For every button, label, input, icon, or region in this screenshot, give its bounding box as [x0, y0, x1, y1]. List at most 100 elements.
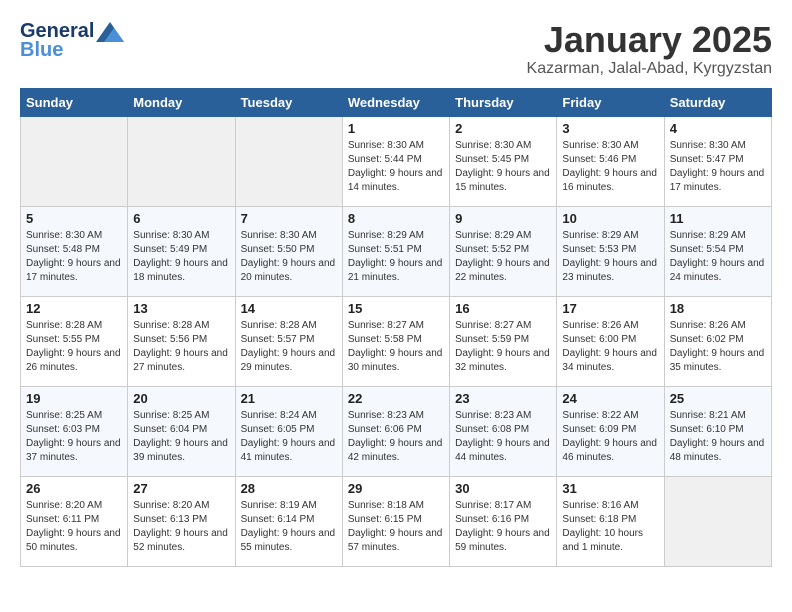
day-number: 11	[670, 211, 766, 226]
day-info: Sunrise: 8:30 AMSunset: 5:49 PMDaylight:…	[133, 229, 229, 285]
day-number: 27	[133, 481, 229, 496]
calendar-cell: 13 Sunrise: 8:28 AMSunset: 5:56 PMDayligh…	[128, 296, 235, 386]
week-row-4: 19Sunrise: 8:25 AMSunset: 6:03 PMDayligh…	[21, 386, 772, 476]
weekday-header-friday: Friday	[557, 88, 664, 116]
day-number: 29	[348, 481, 444, 496]
day-info: Sunrise: 8:29 AMSunset: 5:53 PMDaylight:…	[562, 229, 658, 285]
calendar-cell: 8 Sunrise: 8:29 AMSunset: 5:51 PMDaylight…	[342, 206, 449, 296]
day-number: 13	[133, 301, 229, 316]
calendar-cell: 25 Sunrise: 8:21 AMSunset: 6:10 PMDayligh…	[664, 386, 771, 476]
calendar-cell	[235, 116, 342, 206]
calendar-cell: 27 Sunrise: 8:20 AMSunset: 6:13 PMDayligh…	[128, 476, 235, 566]
day-number: 9	[455, 211, 551, 226]
calendar-cell: 31Sunrise: 8:16 AMSunset: 6:18 PMDayligh…	[557, 476, 664, 566]
day-number: 15	[348, 301, 444, 316]
day-info: Sunrise: 8:29 AMSunset: 5:52 PMDaylight:…	[455, 229, 551, 285]
day-number: 14	[241, 301, 337, 316]
calendar-cell: 23 Sunrise: 8:23 AMSunset: 6:08 PMDayligh…	[450, 386, 557, 476]
calendar-cell	[664, 476, 771, 566]
title-block: January 2025 Kazarman, Jalal-Abad, Kyrgy…	[527, 20, 772, 78]
day-info: Sunrise: 8:29 AMSunset: 5:51 PMDaylight:…	[348, 229, 444, 285]
day-info: Sunrise: 8:28 AMSunset: 5:57 PMDaylight:…	[241, 319, 337, 375]
calendar-cell: 5Sunrise: 8:30 AMSunset: 5:48 PMDaylight…	[21, 206, 128, 296]
calendar-cell: 15 Sunrise: 8:27 AMSunset: 5:58 PMDayligh…	[342, 296, 449, 386]
day-number: 26	[26, 481, 122, 496]
day-info: Sunrise: 8:25 AMSunset: 6:03 PMDaylight:…	[26, 409, 122, 465]
calendar-subtitle: Kazarman, Jalal-Abad, Kyrgyzstan	[527, 60, 772, 78]
day-number: 5	[26, 211, 122, 226]
weekday-header-tuesday: Tuesday	[235, 88, 342, 116]
day-number: 30	[455, 481, 551, 496]
logo-icon	[96, 22, 124, 42]
day-number: 4	[670, 121, 766, 136]
day-number: 16	[455, 301, 551, 316]
day-number: 31	[562, 481, 658, 496]
calendar-cell: 24Sunrise: 8:22 AMSunset: 6:09 PMDayligh…	[557, 386, 664, 476]
day-info: Sunrise: 8:27 AMSunset: 5:58 PMDaylight:…	[348, 319, 444, 375]
weekday-header-wednesday: Wednesday	[342, 88, 449, 116]
calendar-cell: 14 Sunrise: 8:28 AMSunset: 5:57 PMDayligh…	[235, 296, 342, 386]
day-number: 23	[455, 391, 551, 406]
day-number: 2	[455, 121, 551, 136]
day-number: 12	[26, 301, 122, 316]
day-info: Sunrise: 8:20 AMSunset: 6:11 PMDaylight:…	[26, 499, 122, 555]
page-header: General Blue January 2025 Kazarman, Jala…	[20, 20, 772, 78]
day-number: 20	[133, 391, 229, 406]
week-row-1: 1 Sunrise: 8:30 AMSunset: 5:44 PMDaylight…	[21, 116, 772, 206]
day-info: Sunrise: 8:30 AMSunset: 5:44 PMDaylight:…	[348, 139, 444, 195]
day-info: Sunrise: 8:28 AMSunset: 5:56 PMDaylight:…	[133, 319, 229, 375]
day-number: 8	[348, 211, 444, 226]
day-info: Sunrise: 8:21 AMSunset: 6:10 PMDaylight:…	[670, 409, 766, 465]
day-number: 3	[562, 121, 658, 136]
calendar-cell: 21Sunrise: 8:24 AMSunset: 6:05 PMDayligh…	[235, 386, 342, 476]
calendar-cell: 19Sunrise: 8:25 AMSunset: 6:03 PMDayligh…	[21, 386, 128, 476]
calendar-cell: 29 Sunrise: 8:18 AMSunset: 6:15 PMDayligh…	[342, 476, 449, 566]
day-info: Sunrise: 8:23 AMSunset: 6:06 PMDaylight:…	[348, 409, 444, 465]
weekday-header-saturday: Saturday	[664, 88, 771, 116]
day-number: 25	[670, 391, 766, 406]
calendar-cell: 9 Sunrise: 8:29 AMSunset: 5:52 PMDaylight…	[450, 206, 557, 296]
day-info: Sunrise: 8:18 AMSunset: 6:15 PMDaylight:…	[348, 499, 444, 555]
week-row-5: 26 Sunrise: 8:20 AMSunset: 6:11 PMDayligh…	[21, 476, 772, 566]
day-info: Sunrise: 8:30 AMSunset: 5:50 PMDaylight:…	[241, 229, 337, 285]
calendar-cell: 28Sunrise: 8:19 AMSunset: 6:14 PMDayligh…	[235, 476, 342, 566]
day-info: Sunrise: 8:28 AMSunset: 5:55 PMDaylight:…	[26, 319, 122, 375]
calendar-cell: 7 Sunrise: 8:30 AMSunset: 5:50 PMDaylight…	[235, 206, 342, 296]
calendar-cell: 17Sunrise: 8:26 AMSunset: 6:00 PMDayligh…	[557, 296, 664, 386]
day-number: 17	[562, 301, 658, 316]
day-info: Sunrise: 8:30 AMSunset: 5:45 PMDaylight:…	[455, 139, 551, 195]
calendar-cell: 12 Sunrise: 8:28 AMSunset: 5:55 PMDayligh…	[21, 296, 128, 386]
day-number: 1	[348, 121, 444, 136]
day-info: Sunrise: 8:23 AMSunset: 6:08 PMDaylight:…	[455, 409, 551, 465]
logo-blue: Blue	[20, 39, 63, 62]
logo: General Blue	[20, 20, 124, 62]
day-info: Sunrise: 8:17 AMSunset: 6:16 PMDaylight:…	[455, 499, 551, 555]
day-number: 7	[241, 211, 337, 226]
day-number: 6	[133, 211, 229, 226]
weekday-header-thursday: Thursday	[450, 88, 557, 116]
calendar-cell: 30 Sunrise: 8:17 AMSunset: 6:16 PMDayligh…	[450, 476, 557, 566]
calendar-cell: 18 Sunrise: 8:26 AMSunset: 6:02 PMDayligh…	[664, 296, 771, 386]
calendar-cell: 16 Sunrise: 8:27 AMSunset: 5:59 PMDayligh…	[450, 296, 557, 386]
week-row-2: 5Sunrise: 8:30 AMSunset: 5:48 PMDaylight…	[21, 206, 772, 296]
calendar-cell: 6 Sunrise: 8:30 AMSunset: 5:49 PMDaylight…	[128, 206, 235, 296]
day-info: Sunrise: 8:27 AMSunset: 5:59 PMDaylight:…	[455, 319, 551, 375]
day-number: 18	[670, 301, 766, 316]
day-info: Sunrise: 8:29 AMSunset: 5:54 PMDaylight:…	[670, 229, 766, 285]
calendar-cell: 11 Sunrise: 8:29 AMSunset: 5:54 PMDayligh…	[664, 206, 771, 296]
day-info: Sunrise: 8:25 AMSunset: 6:04 PMDaylight:…	[133, 409, 229, 465]
day-number: 22	[348, 391, 444, 406]
day-info: Sunrise: 8:26 AMSunset: 6:02 PMDaylight:…	[670, 319, 766, 375]
calendar-cell: 4 Sunrise: 8:30 AMSunset: 5:47 PMDaylight…	[664, 116, 771, 206]
day-info: Sunrise: 8:19 AMSunset: 6:14 PMDaylight:…	[241, 499, 337, 555]
day-info: Sunrise: 8:20 AMSunset: 6:13 PMDaylight:…	[133, 499, 229, 555]
day-number: 10	[562, 211, 658, 226]
day-info: Sunrise: 8:30 AMSunset: 5:47 PMDaylight:…	[670, 139, 766, 195]
weekday-header-sunday: Sunday	[21, 88, 128, 116]
calendar-cell	[128, 116, 235, 206]
calendar-cell: 3Sunrise: 8:30 AMSunset: 5:46 PMDaylight…	[557, 116, 664, 206]
weekday-header-monday: Monday	[128, 88, 235, 116]
calendar-title: January 2025	[527, 20, 772, 60]
calendar-table: SundayMondayTuesdayWednesdayThursdayFrid…	[20, 88, 772, 567]
calendar-cell: 20 Sunrise: 8:25 AMSunset: 6:04 PMDayligh…	[128, 386, 235, 476]
